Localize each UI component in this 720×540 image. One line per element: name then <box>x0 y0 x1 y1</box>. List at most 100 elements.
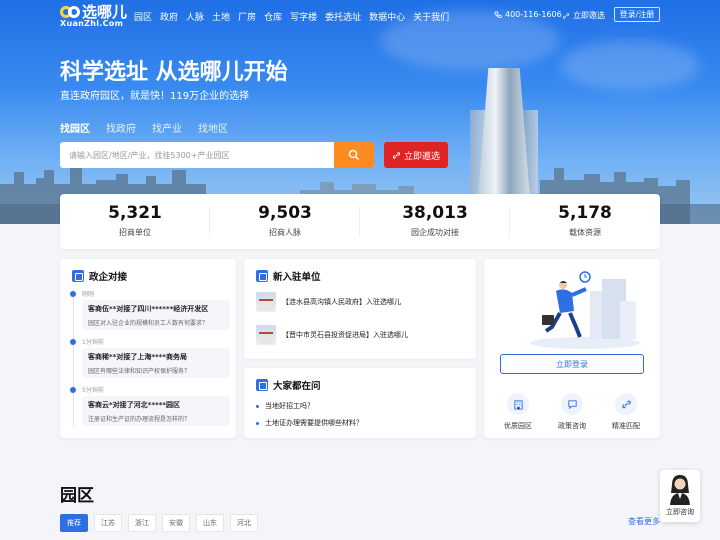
hero-banner: 选哪儿 XuanZhi.Com 园区 政府 人脉 土地 厂房 仓库 写字楼 委托… <box>0 0 720 224</box>
stat-value: 38,013 <box>402 203 468 223</box>
phone-number: 400-116-1606 <box>505 10 562 19</box>
timeline-box: 客商稀**对接了上海****商务局 园区有哪些法律和知识产权保护服务？ <box>82 348 230 378</box>
docking-icon <box>72 270 84 282</box>
timeline-box: 客商伍**对接了四川******经济开发区 园区对入驻企业的规模和员工人数有何要… <box>82 300 230 330</box>
timeline-title: 客商伍**对接了四川******经济开发区 <box>88 305 209 313</box>
timeline-title: 客商稀**对接了上海****商务局 <box>88 353 187 361</box>
timeline-dot <box>70 387 76 393</box>
stat-label: 招商单位 <box>119 228 151 237</box>
stats-bar: 5,321 招商单位 9,503 招商人脉 38,013 园企成功对接 5,17… <box>60 194 660 249</box>
top-navbar: 选哪儿 XuanZhi.Com 园区 政府 人脉 土地 厂房 仓库 写字楼 委托… <box>0 0 720 30</box>
feature-precise-match[interactable]: 精准匹配 <box>598 393 654 431</box>
link-icon <box>392 151 401 159</box>
search-tabs: 找园区 找政府 找产业 找地区 <box>60 120 228 135</box>
timeline-box: 客商云*对接了河北*****园区 注册证和生产证的办理流程是怎样的？ <box>82 396 230 426</box>
park-section-title: 园区 <box>60 486 94 506</box>
logo-icon <box>60 6 80 18</box>
gov-enterprise-docking-card: 政企对接 刚刚 客商伍**对接了四川******经济开发区 园区对入驻企业的规模… <box>60 259 236 438</box>
stat-value: 5,321 <box>108 203 162 223</box>
faq-card: 大家都在问 当地好招工吗？ 土地证办理需要提供哪些材料？ <box>244 368 476 438</box>
faq-item[interactable]: 当地好招工吗？ <box>256 401 314 411</box>
card-title: 新入驻单位 <box>256 269 321 283</box>
menu-item-factory[interactable]: 厂房 <box>238 10 256 23</box>
stat-value: 9,503 <box>258 203 312 223</box>
building-thumbnail <box>256 325 276 345</box>
cloud-decoration <box>560 40 700 90</box>
faq-icon <box>256 379 268 391</box>
building-icon <box>507 393 529 415</box>
phone-contact[interactable]: 400-116-1606 <box>494 10 562 19</box>
timeline-dot <box>70 291 76 297</box>
feature-policy-consult[interactable]: 政策咨询 <box>544 393 600 431</box>
building-thumbnail <box>256 292 276 312</box>
invite-now-button[interactable]: 立即邀选 <box>384 142 448 168</box>
menu-item-park[interactable]: 园区 <box>134 10 152 23</box>
main-menu: 园区 政府 人脉 土地 厂房 仓库 写字楼 委托选址 数据中心 关于我们 <box>134 10 449 23</box>
logo-domain: XuanZhi.Com <box>60 19 124 28</box>
menu-item-site-selection[interactable]: 委托选址 <box>325 10 361 23</box>
chip-anhui[interactable]: 安徽 <box>162 514 190 532</box>
hero-title: 科学选址 从选哪儿开始 <box>60 60 288 85</box>
view-more-link[interactable]: 查看更多 <box>628 516 660 527</box>
tab-find-government[interactable]: 找政府 <box>106 120 136 135</box>
link-icon <box>562 12 570 19</box>
faq-item[interactable]: 土地证办理需要提供哪些材料？ <box>256 418 363 428</box>
new-entrant-text: 【晋中市灵石县投资促进局】入驻选哪儿 <box>282 331 408 339</box>
card-title: 大家都在问 <box>256 378 321 392</box>
phone-icon <box>494 10 502 18</box>
tab-find-region[interactable]: 找地区 <box>198 120 228 135</box>
menu-item-about[interactable]: 关于我们 <box>413 10 449 23</box>
stat-merchant-contacts: 9,503 招商人脉 <box>210 194 360 249</box>
menu-item-government[interactable]: 政府 <box>160 10 178 23</box>
login-register-button[interactable]: 登录/注册 <box>614 7 660 22</box>
timeline-question: 园区对入驻企业的规模和员工人数有何要求？ <box>88 320 209 327</box>
businessman-illustration <box>530 271 640 349</box>
login-now-button[interactable]: 立即登录 <box>500 354 644 374</box>
logo[interactable]: 选哪儿 <box>60 3 128 21</box>
consult-now-label: 立即咨询 <box>666 508 694 516</box>
timeline-line <box>73 289 74 426</box>
stat-carrier-resources: 5,178 载体资源 <box>510 194 660 249</box>
chip-shandong[interactable]: 山东 <box>196 514 224 532</box>
chip-recommended[interactable]: 推荐 <box>60 514 88 532</box>
stat-label: 招商人脉 <box>269 228 301 237</box>
timeline-time: 1分钟前 <box>82 339 104 346</box>
new-entrant-text: 【涟水县高沟镇人民政府】入驻选哪儿 <box>282 298 401 306</box>
chip-jiangsu[interactable]: 江苏 <box>94 514 122 532</box>
timeline-question: 注册证和生产证的办理流程是怎样的？ <box>88 416 191 423</box>
new-entrant-item[interactable]: 【涟水县高沟镇人民政府】入驻选哪儿 <box>256 292 401 312</box>
menu-item-land[interactable]: 土地 <box>212 10 230 23</box>
menu-item-warehouse[interactable]: 仓库 <box>264 10 282 23</box>
feature-label: 优质园区 <box>504 422 532 430</box>
chip-zhejiang[interactable]: 浙江 <box>128 514 156 532</box>
timeline-time: 5分钟前 <box>82 387 104 394</box>
tab-find-park[interactable]: 找园区 <box>60 120 90 135</box>
invite-link-label: 立即邀选 <box>573 11 605 20</box>
timeline-dot <box>70 339 76 345</box>
new-entrants-card: 新入驻单位 【涟水县高沟镇人民政府】入驻选哪儿 【晋中市灵石县投资促进局】入驻选… <box>244 259 476 359</box>
invite-link[interactable]: 立即邀选 <box>562 10 605 21</box>
feature-label: 精准匹配 <box>612 422 640 430</box>
menu-item-office[interactable]: 写字楼 <box>290 10 317 23</box>
logo-text: 选哪儿 <box>82 3 128 21</box>
new-entrant-item[interactable]: 【晋中市灵石县投资促进局】入驻选哪儿 <box>256 325 408 345</box>
menu-item-network[interactable]: 人脉 <box>186 10 204 23</box>
invite-now-label: 立即邀选 <box>403 151 440 162</box>
card-title-text: 大家都在问 <box>273 381 321 392</box>
timeline-question: 园区有哪些法律和知识产权保护服务？ <box>88 368 191 375</box>
search-button[interactable] <box>334 142 374 168</box>
floating-consult-widget[interactable]: 立即咨询 <box>660 470 700 522</box>
stat-successful-matches: 38,013 园企成功对接 <box>360 194 510 249</box>
hero-subtitle: 直连政府园区，就是快！119万企业的选择 <box>60 91 250 102</box>
search-input[interactable]: 请输入园区/地区/产业，找挂5300+产业园区 <box>60 142 334 168</box>
search-icon <box>348 149 360 161</box>
card-title-text: 政企对接 <box>89 272 128 283</box>
menu-item-data-center[interactable]: 数据中心 <box>369 10 405 23</box>
chip-hebei[interactable]: 河北 <box>230 514 258 532</box>
card-title-text: 新入驻单位 <box>273 272 321 283</box>
login-card: 立即登录 优质园区 政策咨询 精准匹配 <box>484 259 660 438</box>
tab-find-industry[interactable]: 找产业 <box>152 120 182 135</box>
consultant-avatar <box>667 473 693 505</box>
feature-quality-parks[interactable]: 优质园区 <box>490 393 546 431</box>
link-icon <box>615 393 637 415</box>
